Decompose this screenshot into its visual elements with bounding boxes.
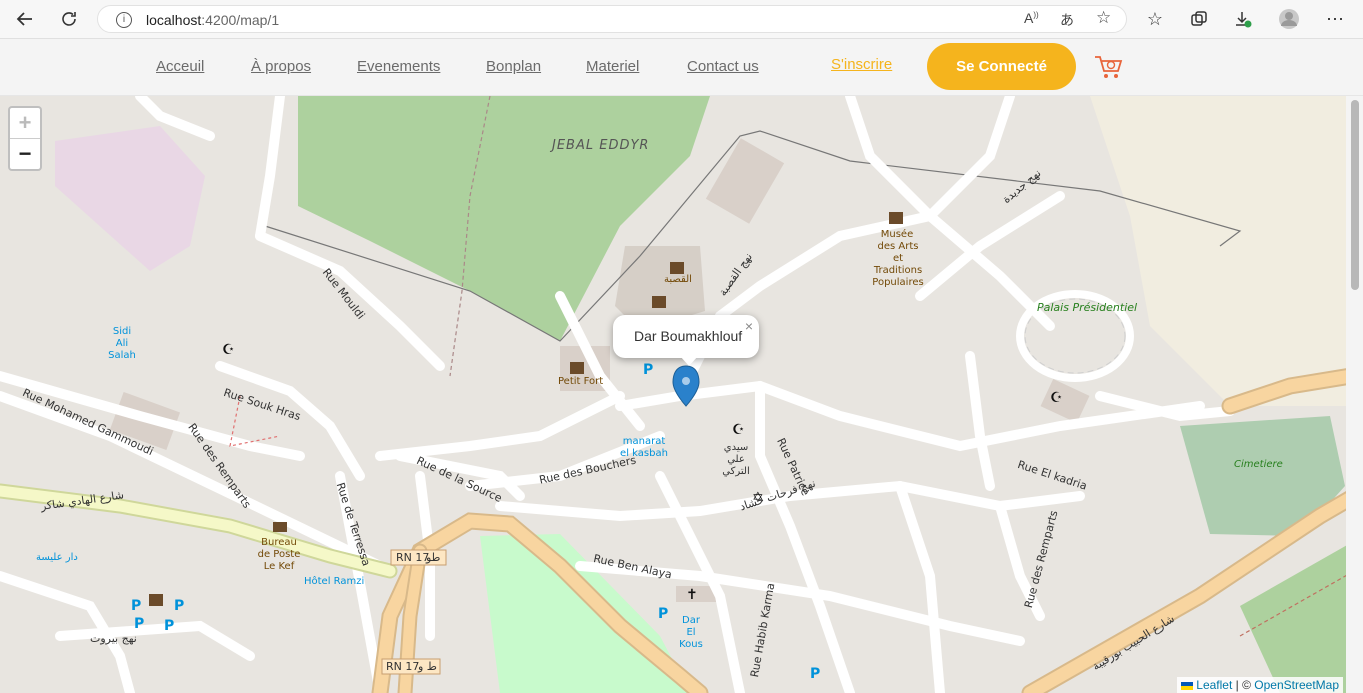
svg-text:☪: ☪ [222,342,235,358]
favorites-icon[interactable]: ☆ [1142,6,1168,32]
page-scrollbar[interactable] [1346,96,1363,693]
manarat-line2: el kasbah [620,448,668,459]
dar-kous-line2: Kous [679,639,703,650]
nav-link-contact[interactable]: Contact us [687,58,759,75]
connect-button[interactable]: Se Connecté [927,43,1076,90]
url-path: :4200/map/1 [201,12,280,28]
nav-link-evenements[interactable]: Evenements [357,58,440,75]
map-label-petit-fort: Petit Fort [558,376,604,387]
zoom-in-button[interactable]: + [10,108,40,139]
map-label-kasbah-ar: القصبة [664,274,692,285]
map-label-jebal: JEBAL EDDYR [552,138,650,153]
svg-text:P: P [134,616,144,632]
map-label-beirut: نهج بيروت [90,632,137,645]
app-navbar: Acceuil À propos Evenements Bonplan Mate… [0,39,1363,96]
leaflet-link[interactable]: Leaflet [1196,678,1232,692]
map-container[interactable]: P P P P P P P ☪ ☪ ☪ ✡ ✝ JEBAL EDDYR Musé… [0,96,1363,693]
musee-line4: Populaires [872,277,924,288]
map-label-palais: Palais Présidentiel [1037,301,1138,314]
svg-text:☪: ☪ [732,422,745,438]
map-label-bureau-poste: Bureau de Poste Le Kef [256,537,302,573]
manarat-line1: manarat [622,436,666,447]
map-label-sidi-ali-turki: سيدي علي التركي [716,442,756,478]
map-label-manarat: manarat el kasbah [618,436,670,460]
popup-close-button[interactable]: × [745,318,753,334]
map-tiles: P P P P P P P ☪ ☪ ☪ ✡ ✝ [0,96,1363,693]
info-icon[interactable]: i [116,12,132,28]
bureau-line2: de Poste [257,549,301,560]
ukraine-flag-icon [1180,681,1193,690]
map-label-musee-rest: des Arts et Traditions Populaires [868,241,928,289]
collections-icon[interactable] [1186,6,1212,32]
svg-text:P: P [131,598,141,614]
address-bar[interactable]: i localhost:4200/map/1 A)) あ ☆ [97,5,1127,33]
sidi-ali-line1: Sidi Ali [112,326,132,349]
svg-text:P: P [810,666,820,682]
back-arrow-icon[interactable] [12,6,38,32]
svg-text:☪: ☪ [1050,390,1063,406]
read-aloud-icon[interactable]: A)) [1024,10,1039,26]
bureau-line1: Bureau [261,537,297,548]
map-label-ar-tw2: ط و [418,660,437,673]
musee-line3: et Traditions [873,253,923,276]
signup-link[interactable]: S'inscrire [831,56,892,73]
musee-line2: des Arts [877,241,919,252]
marker-popup: Dar Boumakhlouf × [613,315,759,366]
map-label-rn17-a: RN 17 [396,551,430,564]
attribution-separator: | © [1232,678,1255,692]
downloads-icon[interactable] [1230,6,1256,32]
svg-text:P: P [174,598,184,614]
zoom-out-button[interactable]: − [10,139,40,169]
svg-text:P: P [164,618,174,634]
bureau-line3: Le Kef [263,561,295,572]
sidi-ali-line2: Salah [108,350,136,361]
map-attribution: Leaflet | © OpenStreetMap [1176,677,1343,693]
nav-link-bonplan[interactable]: Bonplan [486,58,541,75]
map-label-sidi-ali: Sidi Ali Salah [106,326,138,362]
zoom-control: + − [8,106,42,171]
translate-icon[interactable]: あ [1060,10,1074,30]
sidi-ali-ar-line1: سيدي علي [723,442,749,465]
more-menu-icon[interactable]: ⋯ [1322,6,1348,32]
nav-link-a-propos[interactable]: À propos [251,58,311,75]
nav-link-acceuil[interactable]: Acceuil [156,58,204,75]
url-text: localhost:4200/map/1 [146,12,279,28]
cart-icon[interactable] [1094,53,1124,81]
map-label-dar-kous: Dar El Kous [676,615,706,651]
dar-kous-line1: Dar El [682,615,700,638]
map-label-musee: Musée [879,229,915,240]
map-label-hotel-ramzi: Hôtel Ramzi [304,576,365,587]
profile-avatar-icon[interactable] [1276,6,1302,32]
sidi-ali-ar-line2: التركي [722,466,750,477]
browser-toolbar: i localhost:4200/map/1 A)) あ ☆ ☆ ⋯ [0,0,1363,39]
add-favorite-icon[interactable]: ☆ [1096,8,1111,28]
osm-link[interactable]: OpenStreetMap [1254,678,1339,692]
popup-tip [680,356,698,366]
svg-text:P: P [643,362,653,378]
url-host: localhost [146,12,202,28]
popup-title: Dar Boumakhlouf [634,328,743,344]
map-label-cimetiere: Cimetiere [1234,459,1283,470]
refresh-icon[interactable] [56,6,82,32]
map-label-rn17-b: RN 17 [386,660,420,673]
musee-line1: Musée [880,229,914,240]
svg-text:✝: ✝ [686,587,698,603]
map-label-dar-alissa: دار عليسة [36,552,78,563]
map-label-ar-tw1: طو [426,551,441,564]
scrollbar-thumb[interactable] [1351,100,1359,290]
nav-link-materiel[interactable]: Materiel [586,58,639,75]
svg-text:P: P [658,606,668,622]
